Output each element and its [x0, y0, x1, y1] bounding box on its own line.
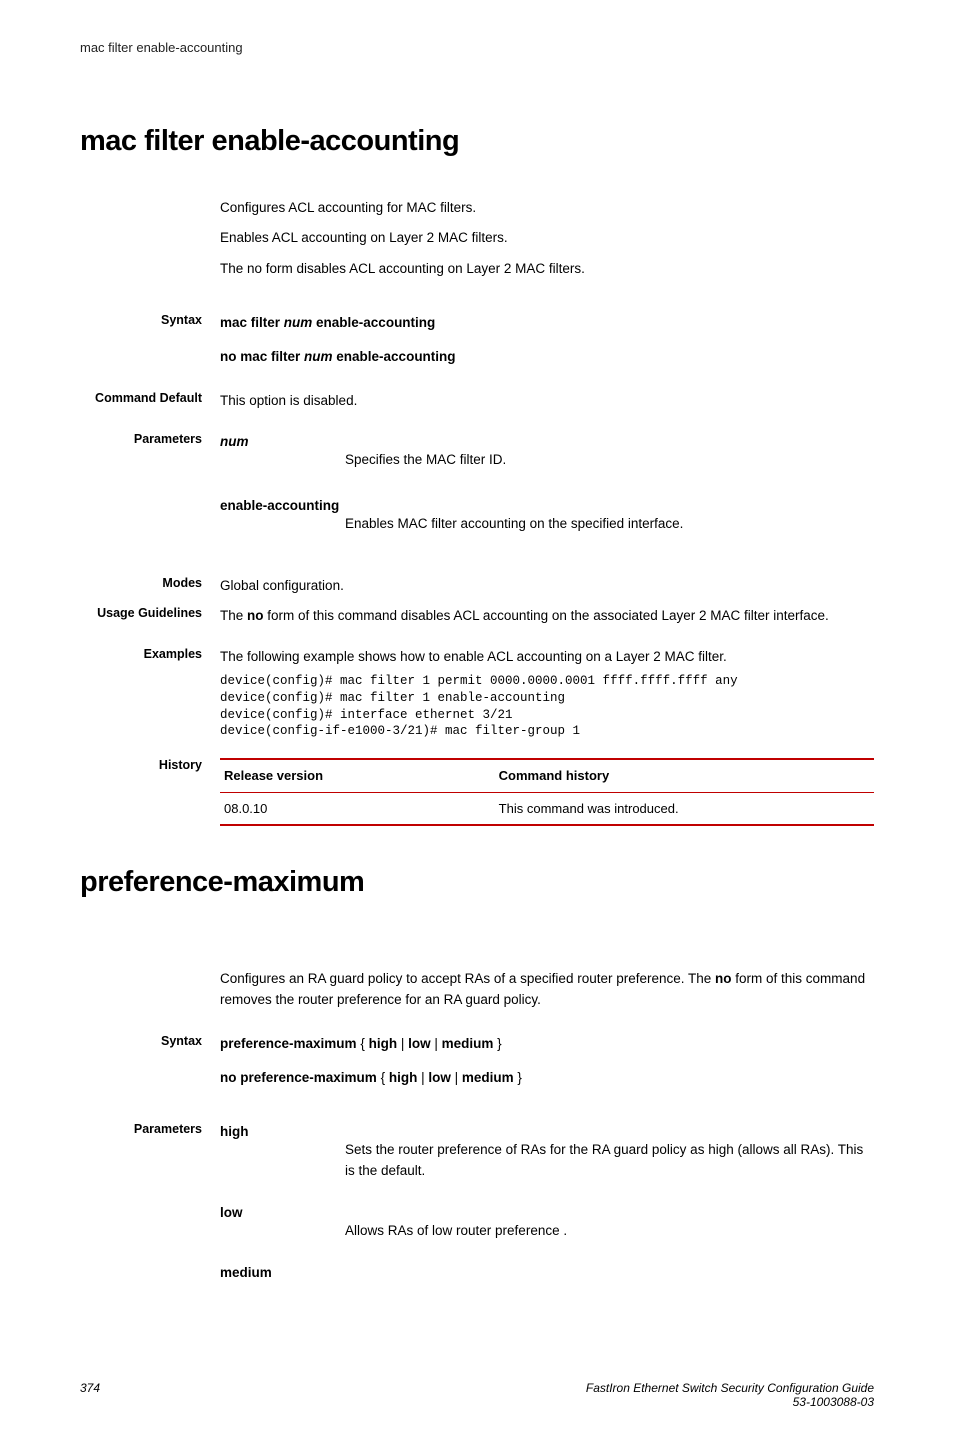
syntax-line-pm2: no preference-maximum { high | low | med… [220, 1068, 874, 1088]
history-header-command: Command history [495, 760, 874, 792]
footer-docnum: 53-1003088-03 [586, 1395, 874, 1409]
parameters-label: Parameters [80, 432, 220, 543]
code-block: device(config)# mac filter 1 permit 0000… [220, 673, 874, 741]
table-row: Release version Command history [220, 760, 874, 792]
table-row: 08.0.10 This command was introduced. [220, 793, 874, 825]
intro-line-3: The no form disables ACL accounting on L… [220, 259, 874, 279]
history-label: History [80, 758, 220, 826]
intro-line-1: Configures ACL accounting for MAC filter… [220, 198, 874, 218]
param-enable-accounting-desc: Enables MAC filter accounting on the spe… [345, 514, 874, 534]
usage-guidelines-value: The no form of this command disables ACL… [220, 606, 874, 626]
intro-line-2: Enables ACL accounting on Layer 2 MAC fi… [220, 228, 874, 248]
param-low: low Allows RAs of low router preference … [220, 1203, 874, 1241]
parameters-label-2: Parameters [80, 1122, 220, 1291]
param-medium: medium [220, 1263, 874, 1283]
param-high-name: high [220, 1122, 345, 1181]
footer: 374 FastIron Ethernet Switch Security Co… [80, 1381, 874, 1409]
examples-label: Examples [80, 647, 220, 749]
param-enable-accounting-name: enable-accounting [220, 496, 345, 534]
param-num-name: num [220, 432, 345, 470]
param-enable-accounting: enable-accounting Enables MAC filter acc… [220, 496, 874, 534]
history-table-body: 08.0.10 This command was introduced. [220, 793, 874, 825]
section-title-mac-filter: mac filter enable-accounting [80, 125, 874, 158]
syntax-line-2: no mac filter num enable-accounting [220, 347, 874, 367]
syntax-label-2: Syntax [80, 1034, 220, 1103]
intro-pref-max: Configures an RA guard policy to accept … [220, 969, 874, 1010]
param-low-desc: Allows RAs of low router preference . [345, 1221, 874, 1241]
command-default-value: This option is disabled. [220, 391, 874, 411]
running-header: mac filter enable-accounting [80, 40, 874, 55]
divider [220, 824, 874, 826]
param-high-desc: Sets the router preference of RAs for th… [345, 1140, 874, 1181]
param-low-name: low [220, 1203, 345, 1241]
modes-label: Modes [80, 576, 220, 596]
footer-guide: FastIron Ethernet Switch Security Config… [586, 1381, 874, 1395]
history-command: This command was introduced. [495, 793, 874, 825]
param-medium-name: medium [220, 1263, 345, 1283]
param-high: high Sets the router preference of RAs f… [220, 1122, 874, 1181]
command-default-label: Command Default [80, 391, 220, 411]
history-header-release: Release version [220, 760, 495, 792]
page-number: 374 [80, 1381, 100, 1409]
usage-guidelines-label: Usage Guidelines [80, 606, 220, 626]
syntax-line-1: mac filter num enable-accounting [220, 313, 874, 333]
history-release: 08.0.10 [220, 793, 495, 825]
param-num-desc: Specifies the MAC filter ID. [345, 450, 874, 470]
syntax-line-pm1: preference-maximum { high | low | medium… [220, 1034, 874, 1054]
section-title-preference-maximum: preference-maximum [80, 866, 874, 899]
param-num: num Specifies the MAC filter ID. [220, 432, 874, 470]
modes-value: Global configuration. [220, 576, 874, 596]
examples-intro: The following example shows how to enabl… [220, 647, 874, 667]
history-table: Release version Command history [220, 760, 874, 792]
syntax-label: Syntax [80, 313, 220, 382]
